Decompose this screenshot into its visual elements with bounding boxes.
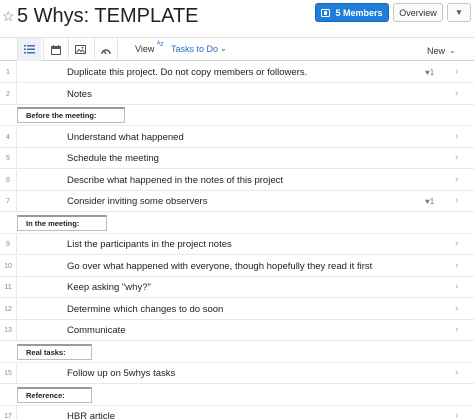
chevron-right-icon[interactable]: › [455, 299, 458, 320]
chevron-right-icon[interactable]: › [455, 320, 458, 341]
chevron-right-icon[interactable]: › [455, 406, 458, 419]
chevron-right-icon[interactable]: › [455, 191, 458, 212]
table-row[interactable]: 17 HBR article › [0, 406, 474, 419]
view-toolbar: View ᴬz Tasks to Do ⌄ New ⌄ [0, 37, 474, 61]
task-name[interactable]: HBR article [67, 406, 115, 419]
heart-count[interactable]: ♥1 [425, 191, 434, 212]
row-number: 2 [0, 84, 17, 105]
row-number: 10 [0, 256, 17, 277]
task-name[interactable]: Communicate [67, 320, 126, 341]
members-button-label: 5 Members [335, 7, 383, 18]
row-number: 1 [0, 62, 17, 83]
row-number: 6 [0, 170, 17, 191]
task-name[interactable]: Go over what happened with everyone, tho… [67, 256, 372, 277]
star-icon[interactable]: ☆ [2, 8, 15, 24]
table-row[interactable]: 4 Understand what happened › [0, 127, 474, 148]
table-row[interactable]: 2 Notes › [0, 84, 474, 105]
chevron-down-icon: ▼ [455, 8, 463, 17]
row-number: 7 [0, 191, 17, 212]
row-number: 9 [0, 234, 17, 255]
chevron-right-icon[interactable]: › [455, 363, 458, 384]
files-view-tab[interactable] [68, 38, 92, 61]
chevron-right-icon[interactable]: › [455, 84, 458, 105]
chevron-right-icon[interactable]: › [455, 170, 458, 191]
chevron-right-icon[interactable]: › [455, 127, 458, 148]
table-row[interactable]: 9 List the participants in the project no… [0, 234, 474, 255]
project-header: ☆ 5 Whys: TEMPLATE 5 Members Overview ▼ [0, 0, 474, 34]
table-row[interactable]: 7 Consider inviting some observers ♥1 › [0, 191, 474, 212]
chevron-right-icon[interactable]: › [455, 148, 458, 169]
row-number: 12 [0, 299, 17, 320]
task-name[interactable]: Keep asking "why?" [67, 277, 151, 298]
row-number: 15 [0, 363, 17, 384]
section-header[interactable]: Reference: [17, 387, 92, 403]
table-row[interactable]: 11 Keep asking "why?" › [0, 277, 474, 298]
row-number: 5 [0, 148, 17, 169]
task-name[interactable]: Schedule the meeting [67, 148, 159, 169]
table-row[interactable]: 6 Describe what happened in the notes of … [0, 170, 474, 191]
overview-button-label: Overview [399, 7, 437, 18]
task-name[interactable]: Duplicate this project. Do not copy memb… [67, 62, 307, 83]
table-row[interactable]: 15 Follow up on 5whys tasks › [0, 363, 474, 384]
more-options-button[interactable]: ▼ [447, 3, 471, 22]
overview-button[interactable]: Overview [393, 3, 443, 22]
row-number: 13 [0, 320, 17, 341]
chevron-right-icon[interactable]: › [455, 234, 458, 255]
section-row[interactable]: Before the meeting: [0, 105, 474, 126]
task-name[interactable]: Describe what happened in the notes of t… [67, 170, 283, 191]
task-name[interactable]: Follow up on 5whys tasks [67, 363, 175, 384]
row-number: 11 [0, 277, 17, 298]
section-row[interactable]: Real tasks: [0, 342, 474, 363]
table-row[interactable]: 1 Duplicate this project. Do not copy mem… [0, 62, 474, 83]
image-icon [75, 45, 86, 54]
list-view-tab[interactable] [17, 38, 41, 61]
calendar-icon [50, 44, 61, 55]
row-number: 17 [0, 406, 17, 419]
table-row[interactable]: 5 Schedule the meeting › [0, 148, 474, 169]
calendar-view-tab[interactable] [43, 38, 67, 61]
members-icon [321, 8, 331, 17]
task-name[interactable]: List the participants in the project not… [67, 234, 232, 255]
task-name[interactable]: Consider inviting some observers [67, 191, 207, 212]
task-name[interactable]: Understand what happened [67, 127, 184, 148]
task-name[interactable]: Notes [67, 84, 92, 105]
sort-icon: ᴬz [157, 41, 164, 48]
section-row[interactable]: In the meeting: [0, 213, 474, 234]
view-label: View [135, 44, 155, 54]
table-row[interactable]: 13 Communicate › [0, 320, 474, 341]
row-number: 4 [0, 127, 17, 148]
chevron-right-icon[interactable]: › [455, 277, 458, 298]
task-name[interactable]: Determine which changes to do soon [67, 299, 223, 320]
chevron-right-icon[interactable]: › [455, 62, 458, 83]
view-filter-dropdown[interactable]: Tasks to Do [171, 44, 218, 54]
table-row[interactable]: 12 Determine which changes to do soon › [0, 299, 474, 320]
progress-icon [101, 48, 111, 54]
chevron-right-icon[interactable]: › [455, 256, 458, 277]
project-title: 5 Whys: TEMPLATE [17, 5, 199, 27]
table-row[interactable]: 10 Go over what happened with everyone, t… [0, 256, 474, 277]
heart-count-value: 1 [429, 68, 435, 77]
list-icon [24, 45, 35, 54]
section-row[interactable]: Reference: [0, 385, 474, 406]
heart-count[interactable]: ♥1 [425, 62, 434, 83]
chevron-down-icon[interactable]: ⌄ [220, 44, 227, 53]
heart-count-value: 1 [429, 197, 435, 206]
new-task-button[interactable]: New [427, 46, 445, 56]
section-header[interactable]: In the meeting: [17, 215, 107, 231]
progress-view-tab[interactable] [94, 38, 118, 61]
members-button[interactable]: 5 Members [315, 3, 389, 22]
section-header[interactable]: Before the meeting: [17, 107, 125, 123]
section-header[interactable]: Real tasks: [17, 344, 92, 360]
chevron-down-icon[interactable]: ⌄ [449, 46, 456, 55]
